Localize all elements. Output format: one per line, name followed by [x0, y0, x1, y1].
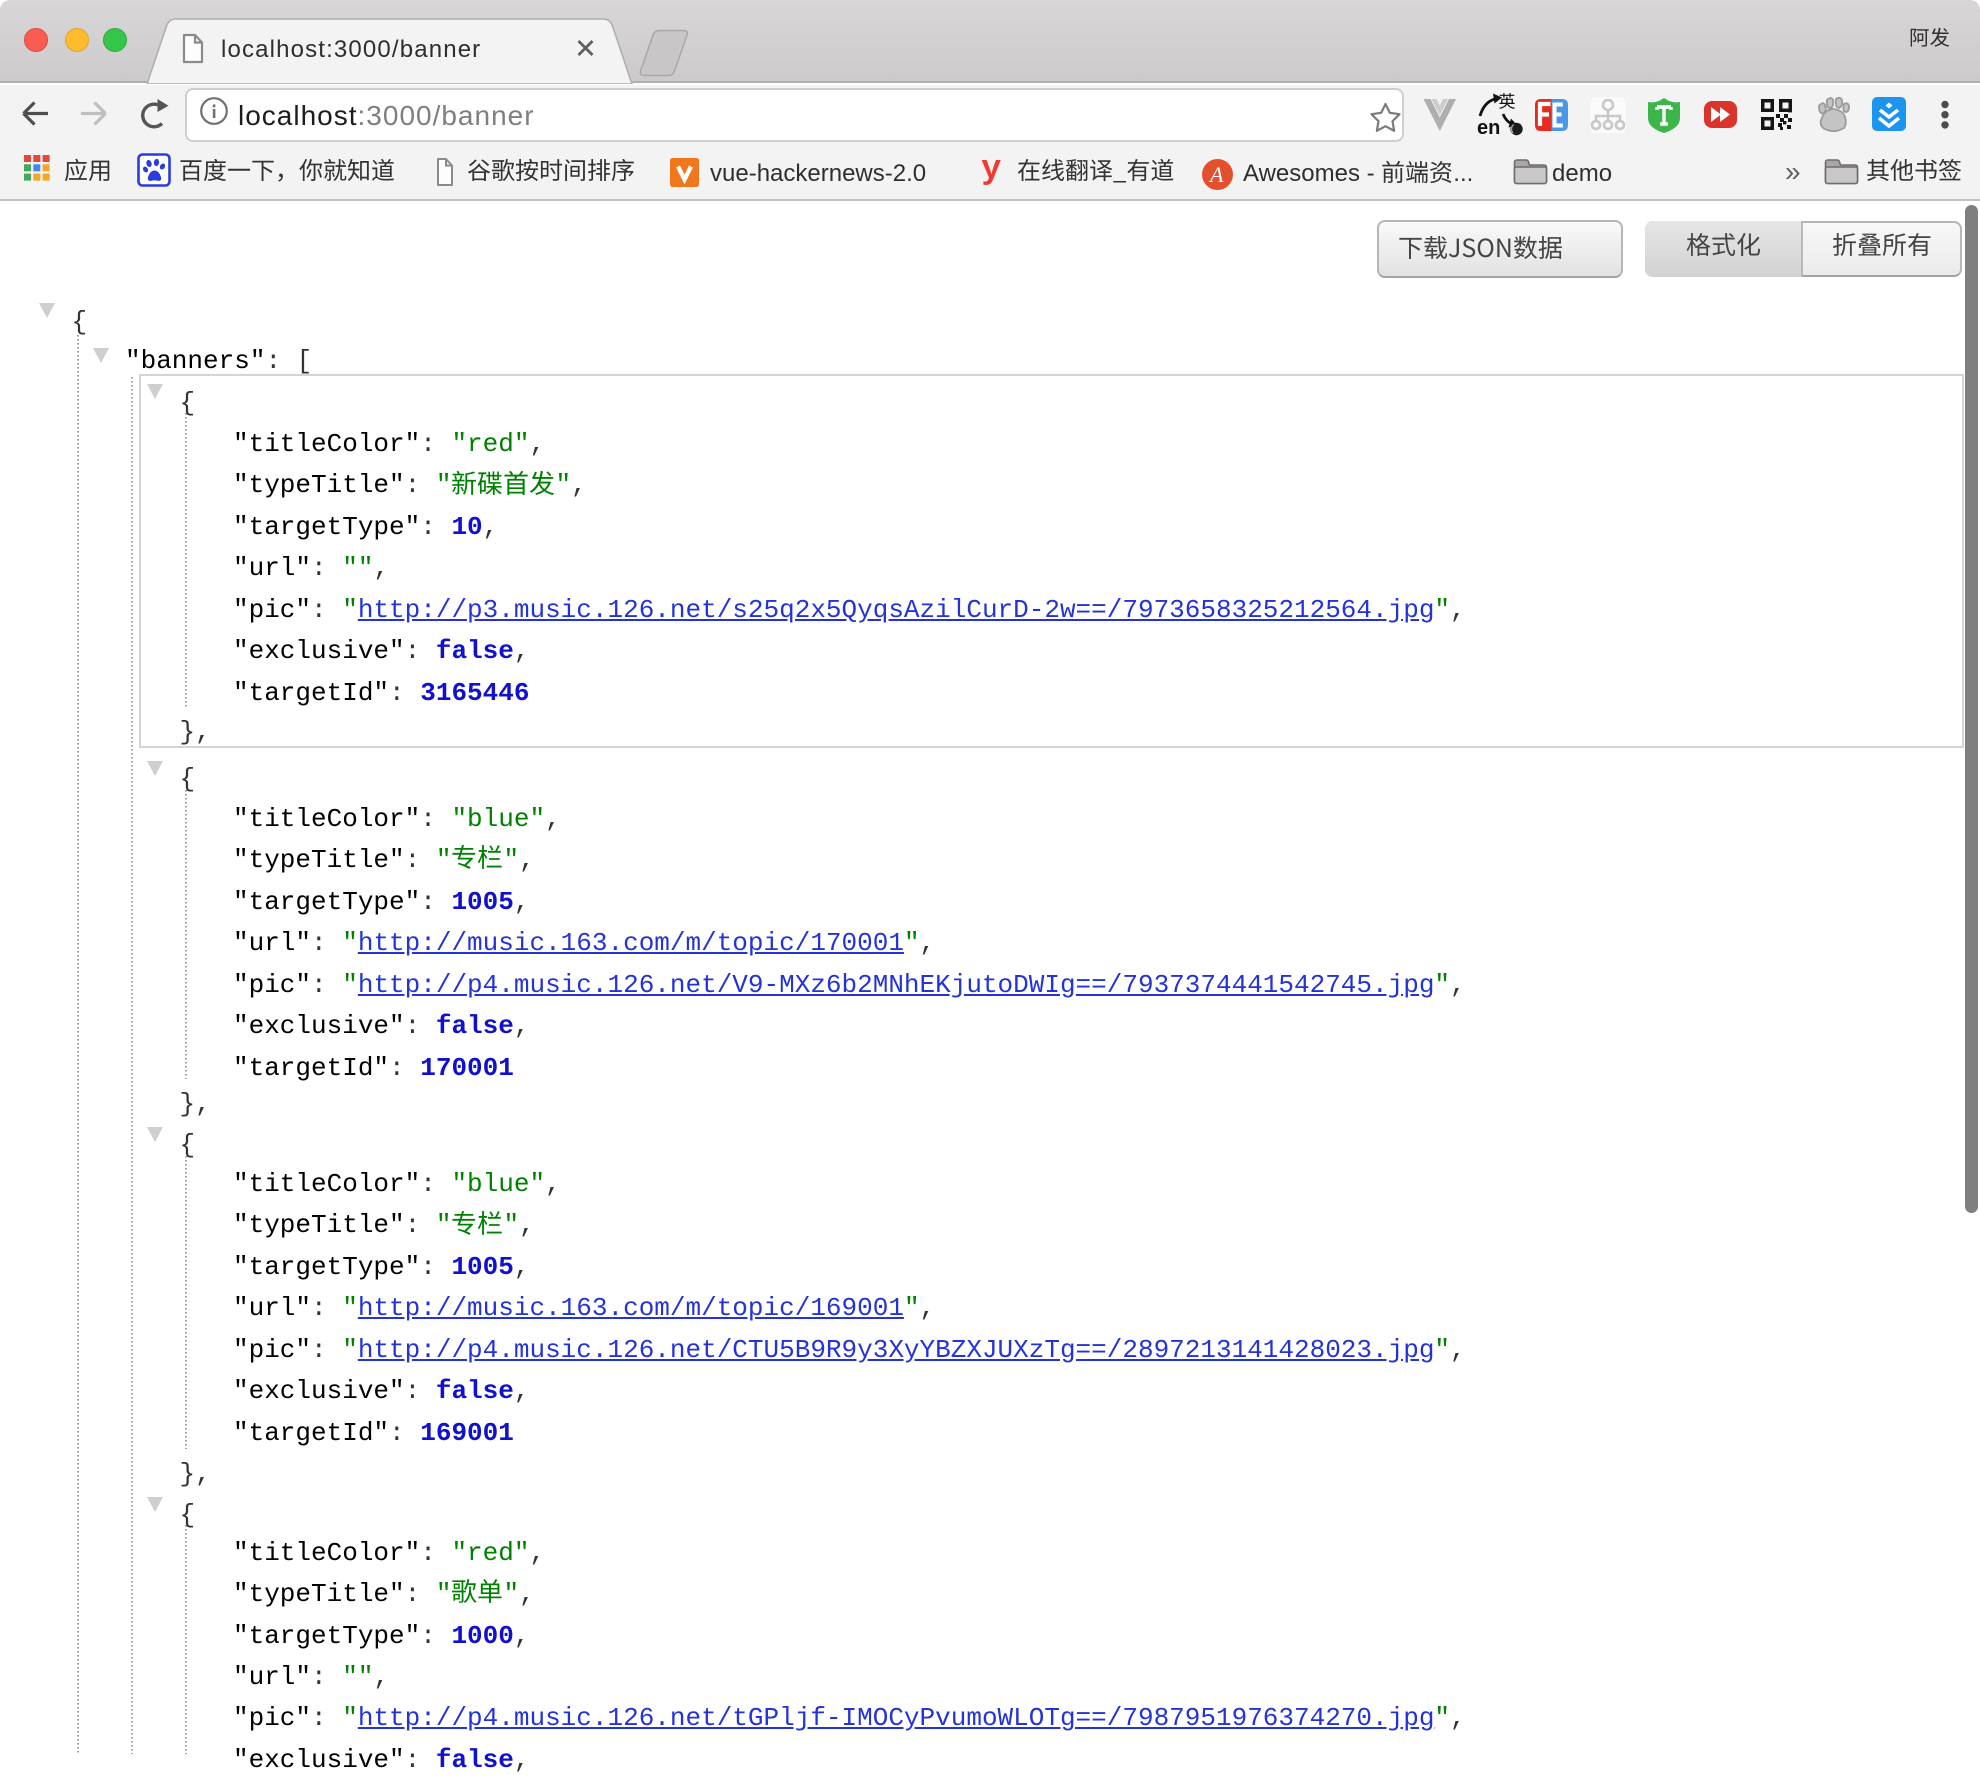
- svg-text:A: A: [1208, 162, 1224, 187]
- svg-text:en: en: [1477, 117, 1500, 139]
